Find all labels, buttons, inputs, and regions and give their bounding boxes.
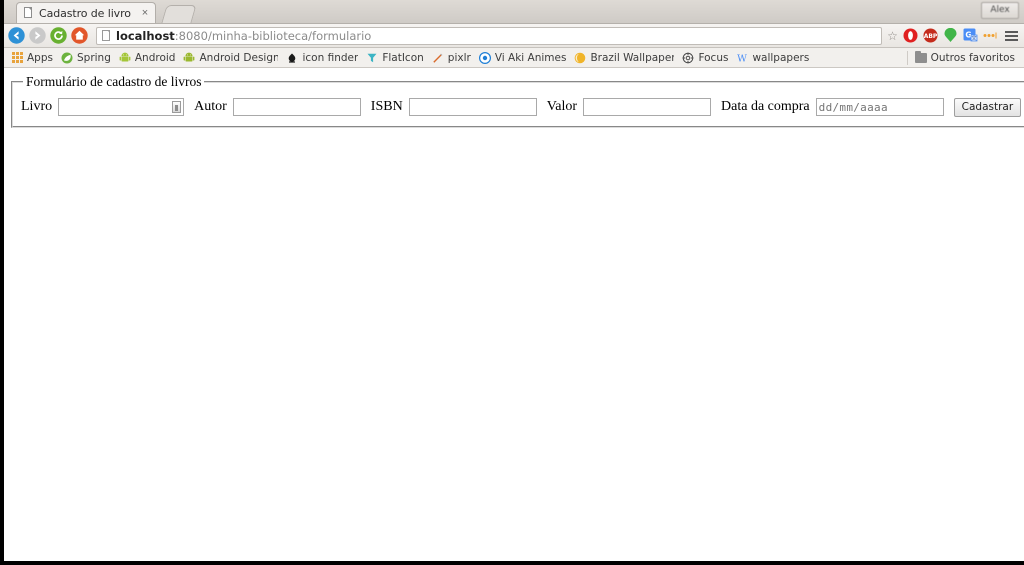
- bookmark-label: Android Design Sup: [199, 51, 279, 64]
- bookmark-label: pixlr: [447, 51, 471, 64]
- reload-icon[interactable]: [50, 27, 67, 44]
- bookmark-label: Focus: [698, 51, 729, 64]
- autor-input[interactable]: [232, 98, 361, 116]
- isbn-input[interactable]: [408, 98, 537, 116]
- more-dots-icon[interactable]: [981, 27, 999, 45]
- page-viewport: Formulário de cadastro de livros Livro A…: [4, 68, 1024, 561]
- green-pin-icon[interactable]: [941, 27, 959, 45]
- url-path: :8080/minha-biblioteca/formulario: [174, 28, 372, 43]
- svg-text:W: W: [738, 53, 748, 63]
- forward-arrow-icon: [29, 27, 46, 44]
- bookmark-android[interactable]: Android: [116, 50, 181, 66]
- bookmark-label: Vi Aki Animes: [494, 51, 567, 64]
- bookmark-label: wallpapers: [752, 51, 810, 64]
- livro-input[interactable]: [58, 98, 185, 116]
- new-tab-button[interactable]: [161, 5, 197, 23]
- bookmark-focus[interactable]: Focus: [679, 50, 733, 66]
- bookmark-pixlr[interactable]: pixlr: [429, 50, 476, 66]
- data-da-compra-label: Data da compra: [721, 99, 810, 114]
- book-registration-form: Formulário de cadastro de livros Livro A…: [11, 74, 1024, 128]
- page-icon: [23, 7, 34, 19]
- profile-badge[interactable]: Alex: [981, 2, 1019, 19]
- bookmark-star-icon[interactable]: ☆: [886, 29, 899, 43]
- svg-text:ABP: ABP: [923, 33, 937, 40]
- tab-strip: Cadastro de livro × Alex: [4, 0, 1024, 24]
- bookmark-label: FlatIcon: [382, 51, 424, 64]
- bookmark-label: Apps: [27, 51, 53, 64]
- livro-label: Livro: [21, 99, 53, 114]
- valor-label: Valor: [546, 99, 578, 114]
- page-info-icon: [102, 30, 111, 41]
- opera-extension-icon[interactable]: [901, 27, 919, 45]
- livro-field-wrapper: [58, 98, 185, 116]
- close-icon[interactable]: ×: [139, 7, 151, 19]
- bookmark-icon-finder[interactable]: icon finder: [283, 50, 363, 66]
- bookmark-label: Android: [134, 51, 176, 64]
- svg-text:文: 文: [971, 34, 977, 42]
- hamburger-menu-icon[interactable]: [1002, 30, 1020, 41]
- android-robot-icon: [183, 52, 195, 64]
- bookmarks-bar: Apps Spring Android Android Design Sup: [4, 48, 1024, 68]
- bookmark-android-design-support[interactable]: Android Design Sup: [180, 50, 283, 66]
- wallpapers-w-icon: W: [736, 52, 748, 63]
- viakianimes-icon: [478, 51, 491, 64]
- back-arrow-icon[interactable]: [8, 27, 25, 44]
- bookmark-wallpapers[interactable]: W wallpapers: [733, 50, 814, 66]
- bookmark-label: Spring: [76, 51, 111, 64]
- bookmark-apps[interactable]: Apps: [8, 50, 58, 66]
- bookmark-label: Outros favoritos: [930, 51, 1015, 64]
- bookmark-flaticon[interactable]: FlatIcon: [363, 50, 428, 66]
- data-da-compra-input[interactable]: [815, 98, 944, 116]
- focus-icon: [682, 52, 694, 64]
- address-bar-url: localhost:8080/minha-biblioteca/formular…: [116, 29, 371, 43]
- form-fields-row: Livro Autor ISBN Valor Data da compra Ca…: [21, 96, 1022, 118]
- isbn-label: ISBN: [370, 99, 403, 114]
- cadastrar-button[interactable]: Cadastrar: [953, 97, 1022, 117]
- flaticon-icon: [366, 52, 378, 64]
- apps-grid-icon: [11, 51, 23, 64]
- brazil-wallpapers-icon: [574, 52, 586, 64]
- bookmark-spring[interactable]: Spring: [58, 50, 116, 66]
- browser-window: Cadastro de livro × Alex localhost:8080/…: [0, 0, 1024, 565]
- iconfinder-icon: [286, 52, 298, 64]
- browser-toolbar: localhost:8080/minha-biblioteca/formular…: [4, 24, 1024, 48]
- chrome-browser: Cadastro de livro × Alex localhost:8080/…: [4, 0, 1024, 561]
- tab-title: Cadastro de livro: [39, 6, 131, 20]
- folder-icon: [914, 50, 927, 64]
- bookmark-label: icon finder: [302, 51, 359, 64]
- form-legend: Formulário de cadastro de livros: [26, 74, 202, 89]
- url-host: localhost: [116, 28, 175, 43]
- google-translate-icon[interactable]: G 文: [961, 27, 979, 45]
- spring-leaf-icon: [61, 52, 73, 64]
- bookmark-label: Brazil Wallpapers ·: [590, 51, 674, 64]
- autor-label: Autor: [194, 99, 227, 114]
- adblock-plus-icon[interactable]: ABP: [921, 27, 939, 45]
- pixlr-pencil-icon: [432, 52, 444, 64]
- valor-input[interactable]: [583, 98, 712, 116]
- bookmarks-separator: [906, 50, 908, 65]
- bookmark-vi-aki-animes[interactable]: Vi Aki Animes: [476, 50, 572, 66]
- bookmark-brazil-wallpapers[interactable]: Brazil Wallpapers ·: [571, 50, 679, 66]
- tab-cadastro-de-livro[interactable]: Cadastro de livro ×: [16, 2, 156, 23]
- android-robot-icon: [119, 52, 131, 64]
- home-icon[interactable]: [71, 27, 88, 44]
- bookmark-other-favorites-folder[interactable]: Outros favoritos: [912, 50, 1020, 66]
- address-bar[interactable]: localhost:8080/minha-biblioteca/formular…: [96, 26, 882, 45]
